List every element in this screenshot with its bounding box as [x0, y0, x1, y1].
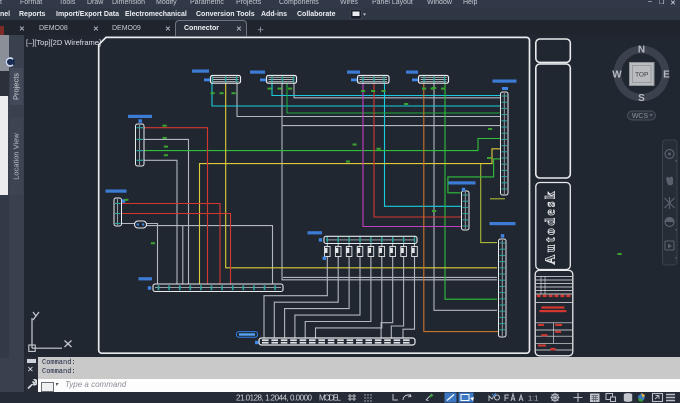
svg-text:S: S — [638, 93, 645, 104]
svg-text:N: N — [638, 45, 645, 56]
svg-text:[–][Top][2D Wireframe]: [–][Top][2D Wireframe] — [26, 38, 101, 47]
svg-text:WCS: WCS — [632, 113, 649, 120]
svg-text:21.0128, 1.2044, 0.0000: 21.0128, 1.2044, 0.0000 — [236, 394, 313, 403]
svg-text:TOP: TOP — [635, 72, 648, 79]
svg-text:MODEL: MODEL — [319, 394, 342, 403]
svg-text:Autodesk: Autodesk — [543, 191, 558, 264]
svg-text:E: E — [663, 70, 670, 81]
svg-text:Location View: Location View — [12, 133, 21, 180]
svg-text:1:1: 1:1 — [528, 394, 538, 403]
svg-text:Projects: Projects — [12, 73, 21, 100]
svg-text:W: W — [612, 70, 622, 81]
